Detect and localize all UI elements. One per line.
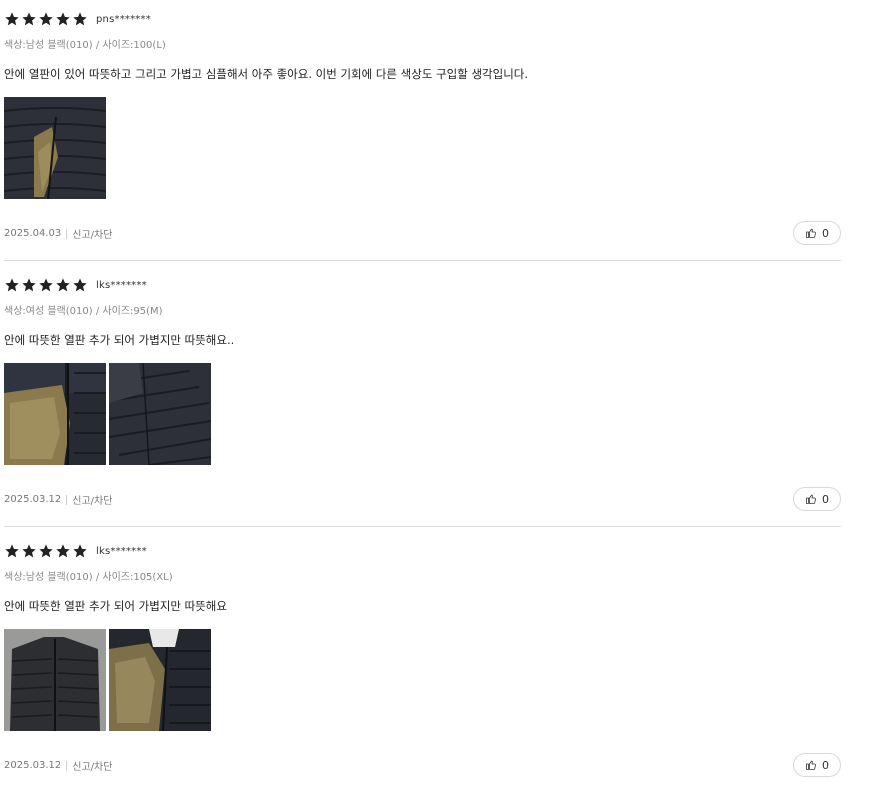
reviewer-id: lks******* [96, 279, 147, 291]
purchase-option: 색상:남성 블랙(010) / 사이즈:100(L) [4, 40, 166, 51]
like-button[interactable]: 0 [793, 221, 841, 245]
review-text: 안에 따뜻한 열판 추가 되어 가볍지만 따뜻해요 [4, 599, 227, 613]
star-rating [4, 543, 88, 559]
star-icon [39, 278, 53, 292]
review-divider [4, 260, 841, 261]
star-icon [22, 278, 36, 292]
star-icon [56, 278, 70, 292]
review-photos [4, 97, 106, 199]
like-count: 0 [822, 226, 829, 240]
reviewer-id: lks******* [96, 545, 147, 557]
star-icon [5, 278, 19, 292]
review-footer: 2025.04.03 신고/차단 [4, 226, 112, 241]
like-count: 0 [822, 492, 829, 506]
review-date: 2025.04.03 [4, 228, 62, 239]
review-photo[interactable] [4, 97, 106, 199]
review-item: lks******* 색상:여성 블랙(010) / 사이즈:95(M) 안에 … [4, 266, 841, 527]
purchase-option: 색상:남성 블랙(010) / 사이즈:105(XL) [4, 572, 173, 583]
review-header: lks******* [4, 542, 147, 560]
review-photo[interactable] [109, 363, 211, 465]
star-icon [22, 12, 36, 26]
review-date: 2025.03.12 [4, 760, 62, 771]
divider [66, 494, 68, 505]
review-header: lks******* [4, 276, 147, 294]
report-block-link[interactable]: 신고/차단 [72, 226, 112, 241]
review-photos [4, 363, 211, 465]
star-icon [39, 12, 53, 26]
reviewer-id: pns******* [96, 13, 151, 25]
review-divider [4, 526, 841, 527]
review-text: 안에 따뜻한 열판 추가 되어 가볍지만 따뜻해요.. [4, 333, 235, 347]
review-photos [4, 629, 211, 731]
thumbs-up-icon [806, 494, 816, 504]
divider [66, 228, 68, 239]
star-rating [4, 277, 88, 293]
review-footer: 2025.03.12 신고/차단 [4, 758, 112, 773]
thumbs-up-icon [806, 760, 816, 770]
review-item: lks******* 색상:남성 블랙(010) / 사이즈:105(XL) 안… [4, 532, 841, 788]
review-photo[interactable] [109, 629, 211, 731]
star-icon [5, 12, 19, 26]
like-button[interactable]: 0 [793, 487, 841, 511]
report-block-link[interactable]: 신고/차단 [72, 758, 112, 773]
report-block-link[interactable]: 신고/차단 [72, 492, 112, 507]
review-photo[interactable] [4, 363, 106, 465]
review-footer: 2025.03.12 신고/차단 [4, 492, 112, 507]
thumbs-up-icon [806, 228, 816, 238]
review-item: pns******* 색상:남성 블랙(010) / 사이즈:100(L) 안에… [4, 0, 841, 261]
star-icon [56, 544, 70, 558]
star-icon [73, 544, 87, 558]
star-rating [4, 11, 88, 27]
divider [66, 760, 68, 771]
review-text: 안에 열판이 있어 따뜻하고 그리고 가볍고 심플해서 아주 좋아요. 이번 기… [4, 67, 529, 81]
star-icon [5, 544, 19, 558]
purchase-option: 색상:여성 블랙(010) / 사이즈:95(M) [4, 306, 163, 317]
review-photo[interactable] [4, 629, 106, 731]
review-header: pns******* [4, 10, 151, 28]
like-button[interactable]: 0 [793, 753, 841, 777]
review-date: 2025.03.12 [4, 494, 62, 505]
star-icon [73, 278, 87, 292]
star-icon [39, 544, 53, 558]
star-icon [22, 544, 36, 558]
star-icon [56, 12, 70, 26]
like-count: 0 [822, 758, 829, 772]
star-icon [73, 12, 87, 26]
